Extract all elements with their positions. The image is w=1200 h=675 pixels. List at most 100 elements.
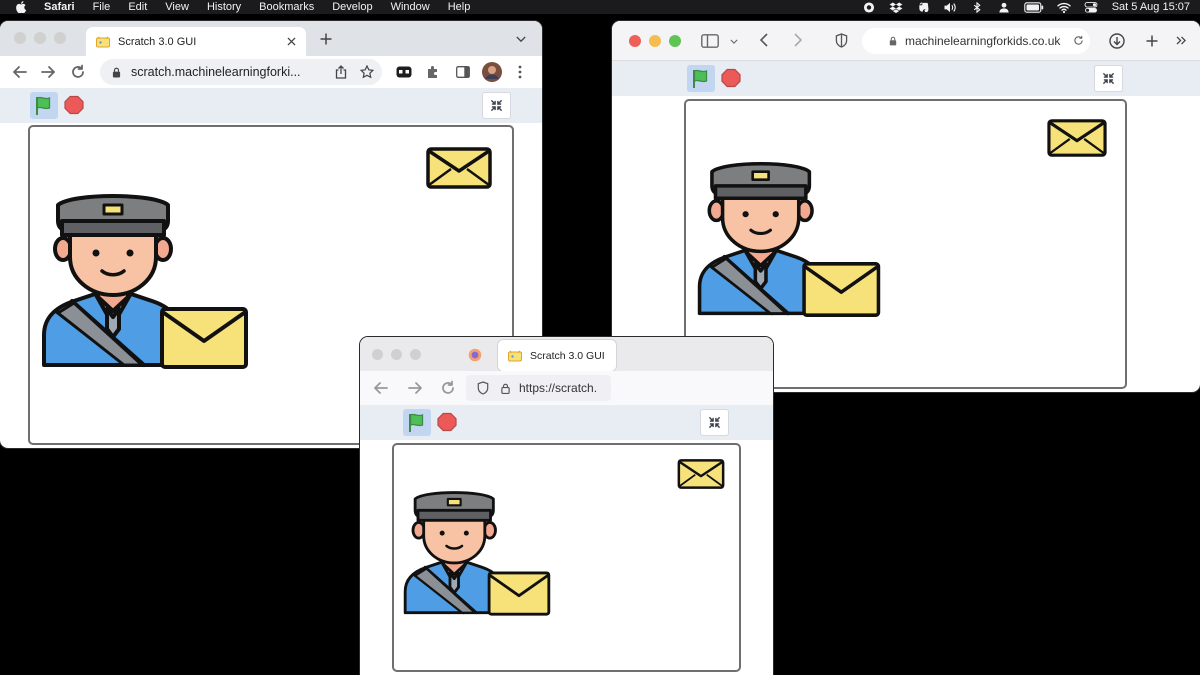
- record-icon[interactable]: [862, 1, 876, 13]
- downloads-icon[interactable]: [1109, 33, 1125, 49]
- minimize-window-button[interactable]: [34, 32, 46, 44]
- sidebar-chevron-icon[interactable]: [730, 39, 738, 44]
- menu-edit[interactable]: Edit: [128, 0, 147, 14]
- back-chevron-icon[interactable]: [760, 33, 768, 47]
- safari-url: machinelearningforkids.co.uk: [905, 34, 1061, 48]
- chrome-tab[interactable]: Scratch 3.0 GUI: [86, 27, 306, 56]
- envelope-sprite[interactable]: [426, 147, 492, 189]
- scratch-stage[interactable]: [392, 443, 741, 672]
- menu-bar: Safari File Edit View History Bookmarks …: [0, 0, 1200, 14]
- wifi-icon[interactable]: [1057, 2, 1071, 13]
- forward-arrow-icon[interactable]: [407, 380, 423, 396]
- profile-avatar[interactable]: [482, 62, 502, 82]
- green-flag-icon: [36, 96, 51, 115]
- window-controls: [372, 349, 429, 360]
- tab-search-chevron-icon[interactable]: [516, 36, 526, 43]
- firefox-address-bar[interactable]: https://scratch.: [466, 375, 611, 401]
- green-flag-icon: [693, 69, 708, 88]
- menu-develop[interactable]: Develop: [332, 0, 372, 14]
- chrome-address-bar[interactable]: scratch.machinelearningforki...: [100, 59, 382, 85]
- postman-sprite[interactable]: [402, 489, 552, 617]
- stop-icon: [721, 68, 741, 88]
- extension-a-icon[interactable]: [396, 66, 412, 78]
- bluetooth-icon[interactable]: [970, 1, 984, 13]
- green-flag-button[interactable]: [687, 65, 715, 92]
- firefox-tab-title: Scratch 3.0 GUI: [530, 349, 605, 362]
- battery-icon[interactable]: [1023, 1, 1044, 13]
- firefox-tab-strip: Scratch 3.0 GUI: [360, 337, 773, 371]
- window-controls: [629, 35, 689, 47]
- sidebar-toggle-icon[interactable]: [701, 34, 719, 48]
- reload-icon[interactable]: [70, 64, 86, 80]
- share-icon[interactable]: [335, 65, 347, 79]
- menu-file[interactable]: File: [93, 0, 111, 14]
- zoom-window-button[interactable]: [669, 35, 681, 47]
- exit-fullscreen-button[interactable]: [482, 92, 511, 119]
- chrome-menu-icon[interactable]: [518, 65, 522, 79]
- zoom-window-button[interactable]: [54, 32, 66, 44]
- chrome-tab-strip: Scratch 3.0 GUI: [0, 21, 542, 56]
- lock-icon: [501, 383, 510, 394]
- evernote-icon[interactable]: [916, 1, 930, 13]
- chrome-tab-title: Scratch 3.0 GUI: [118, 35, 197, 48]
- menu-window[interactable]: Window: [391, 0, 430, 14]
- postman-sprite[interactable]: [696, 159, 882, 319]
- menu-clock[interactable]: Sat 5 Aug 15:07: [1112, 1, 1190, 13]
- minimize-window-button[interactable]: [649, 35, 661, 47]
- green-flag-button[interactable]: [403, 409, 431, 436]
- close-tab-icon[interactable]: [287, 37, 296, 46]
- safari-toolbar: machinelearningforkids.co.uk: [612, 21, 1200, 61]
- privacy-shield-icon[interactable]: [835, 33, 848, 48]
- green-flag-button[interactable]: [30, 92, 58, 119]
- firefox-view-icon[interactable]: [468, 348, 482, 362]
- minimize-window-button[interactable]: [391, 349, 402, 360]
- lock-icon: [889, 36, 897, 46]
- tracking-shield-icon[interactable]: [477, 381, 489, 395]
- apple-menu-icon[interactable]: [14, 1, 28, 13]
- firefox-window: Scratch 3.0 GUI https://scratch.: [360, 337, 773, 675]
- side-panel-icon[interactable]: [456, 66, 470, 78]
- menu-view[interactable]: View: [165, 0, 189, 14]
- stop-button[interactable]: [437, 412, 457, 432]
- reload-icon[interactable]: [440, 380, 456, 396]
- envelope-sprite[interactable]: [677, 459, 725, 489]
- stop-button[interactable]: [721, 68, 741, 88]
- lock-icon: [112, 67, 121, 77]
- user-icon[interactable]: [997, 2, 1011, 13]
- firefox-tab[interactable]: Scratch 3.0 GUI: [498, 340, 616, 371]
- firefox-toolbar: https://scratch.: [360, 371, 773, 405]
- more-tabs-chevron-icon[interactable]: [1176, 36, 1187, 45]
- exit-fullscreen-button[interactable]: [1094, 65, 1123, 92]
- chrome-toolbar: scratch.machinelearningforki...: [0, 56, 542, 88]
- menu-history[interactable]: History: [207, 0, 241, 14]
- bookmark-star-icon[interactable]: [360, 65, 374, 79]
- shrink-icon: [490, 99, 503, 112]
- volume-icon[interactable]: [943, 2, 957, 13]
- close-window-button[interactable]: [14, 32, 26, 44]
- stop-icon: [437, 412, 457, 432]
- scratch-controls-bar: [612, 61, 1200, 96]
- stop-button[interactable]: [64, 95, 84, 115]
- postman-sprite[interactable]: [40, 191, 250, 371]
- zoom-window-button[interactable]: [410, 349, 421, 360]
- new-tab-icon[interactable]: [1146, 35, 1158, 47]
- exit-fullscreen-button[interactable]: [700, 409, 729, 436]
- envelope-sprite[interactable]: [1047, 119, 1107, 157]
- menu-app-name[interactable]: Safari: [44, 0, 75, 14]
- extensions-puzzle-icon[interactable]: [426, 65, 440, 79]
- scratch-favicon-icon: [508, 349, 522, 361]
- back-arrow-icon[interactable]: [12, 64, 28, 80]
- safari-address-bar[interactable]: machinelearningforkids.co.uk: [862, 28, 1090, 54]
- menu-help[interactable]: Help: [448, 0, 471, 14]
- menu-bookmarks[interactable]: Bookmarks: [259, 0, 314, 14]
- forward-arrow-icon[interactable]: [40, 64, 56, 80]
- close-window-button[interactable]: [372, 349, 383, 360]
- dropbox-icon[interactable]: [889, 1, 903, 13]
- close-window-button[interactable]: [629, 35, 641, 47]
- back-arrow-icon[interactable]: [373, 380, 389, 396]
- control-center-icon[interactable]: [1084, 1, 1098, 13]
- forward-chevron-icon[interactable]: [794, 33, 802, 47]
- reload-icon[interactable]: [1073, 35, 1084, 46]
- new-tab-icon[interactable]: [320, 33, 332, 45]
- green-flag-icon: [409, 413, 424, 432]
